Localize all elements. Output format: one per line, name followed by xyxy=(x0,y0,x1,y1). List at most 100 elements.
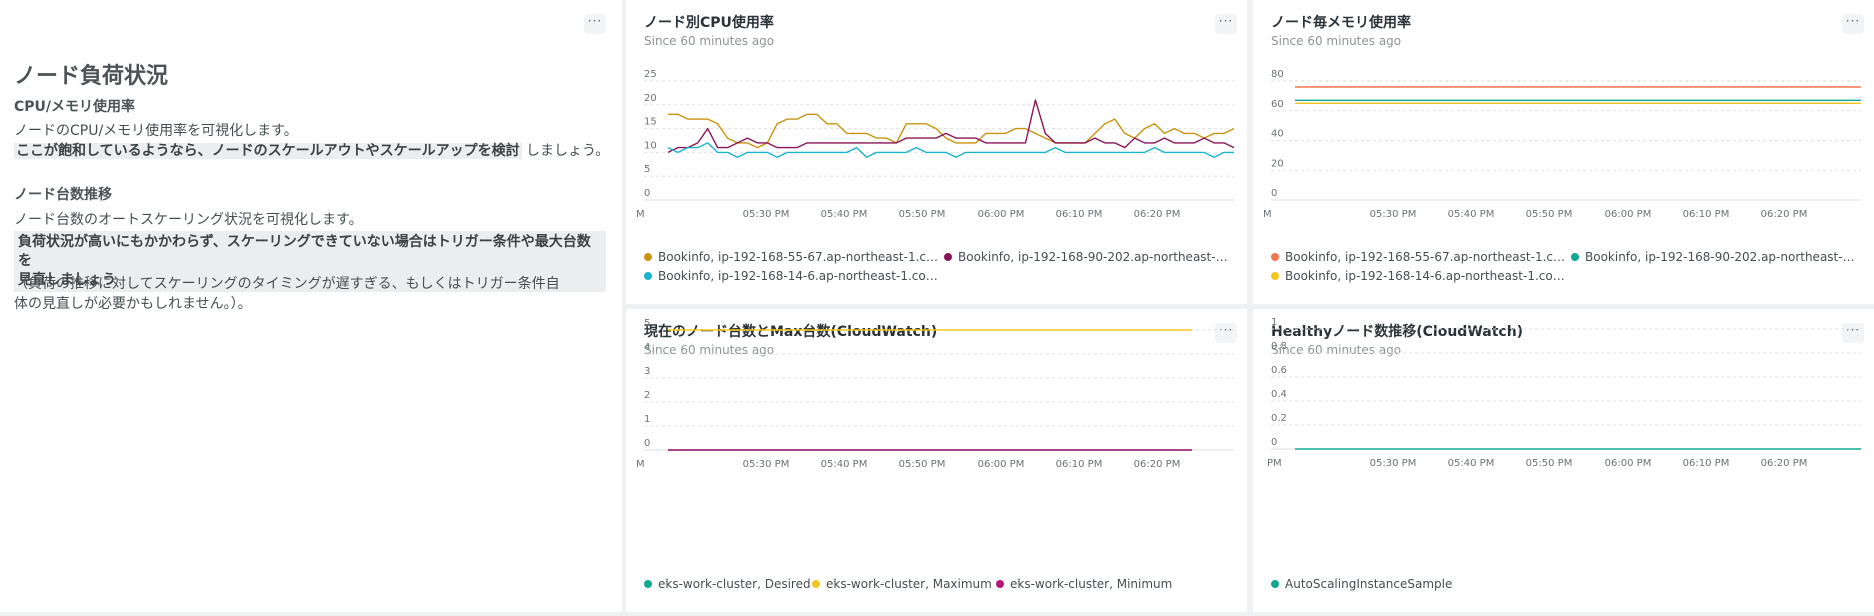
widget-node-count: 現在のノード台数とMax台数(CloudWatch) Since 60 minu… xyxy=(626,309,1247,612)
legend-swatch xyxy=(1271,253,1279,261)
y-tick-label: 60 xyxy=(1271,99,1284,110)
legend-label: Bookinfo, ip-192-168-14-6.ap-northeast-1… xyxy=(1285,269,1571,283)
x-tick-label: 05:40 PM xyxy=(821,459,868,470)
section-heading-node-count: ノード台数推移 xyxy=(14,187,112,203)
y-tick-label: 0 xyxy=(1271,188,1277,199)
page-title: ノード負荷状況 xyxy=(14,64,169,89)
legend-swatch xyxy=(944,253,952,261)
node-count-chart: 0 1 2 3 4 5 M 05:30 PM 05:40 PM 05:50 PM 06:00 PM 0… xyxy=(636,318,1234,470)
legend-item[interactable]: Bookinfo, ip-192-168-55-67.ap-northeast-… xyxy=(644,250,944,264)
y-tick-label: 0 xyxy=(644,188,650,199)
section-text-tail: しましょう。 xyxy=(521,143,610,159)
y-tick-label: 2 xyxy=(644,390,650,401)
legend-label: eks-work-cluster, Maximum xyxy=(826,577,992,591)
legend-item[interactable]: eks-work-cluster, Maximum xyxy=(812,577,992,591)
y-tick-label: 0 xyxy=(644,438,650,449)
x-tick-label: 05:40 PM xyxy=(1448,458,1495,469)
y-tick-label: 1 xyxy=(644,414,650,425)
x-tick-label: 05:50 PM xyxy=(899,209,946,220)
y-tick-label: 20 xyxy=(1271,158,1284,169)
legend-label: Bookinfo, ip-192-168-90-202.ap-northeast… xyxy=(958,250,1234,264)
legend-item[interactable]: AutoScalingInstanceSample xyxy=(1271,577,1452,591)
section-text-highlight-line: ここが飽和しているようなら、ノードのスケールアウトやスケールアップを検討 しまし… xyxy=(14,141,609,161)
legend-item[interactable]: Bookinfo, ip-192-168-14-6.ap-northeast-1… xyxy=(644,269,944,283)
x-tick-label: 05:30 PM xyxy=(743,459,790,470)
widget-cpu-usage: ノード別CPU使用率 Since 60 minutes ago ··· 0 5 10… xyxy=(626,0,1247,304)
healthy-nodes-chart: 0 0.2 0.4 0.6 0.8 1 PM 05:30 PM 05:40 PM 05:50 PM… xyxy=(1267,317,1861,469)
x-tick-label: 05:40 PM xyxy=(1448,209,1495,220)
x-tick-label: 06:00 PM xyxy=(1605,458,1652,469)
y-tick-label: 15 xyxy=(644,117,657,128)
x-tick-label: 06:20 PM xyxy=(1134,209,1181,220)
x-tick-label: 05:30 PM xyxy=(1370,209,1417,220)
section-heading-cpu-memory: CPU/メモリ使用率 xyxy=(14,99,136,115)
legend-label: Bookinfo, ip-192-168-90-202.ap-northeast… xyxy=(1585,250,1861,264)
y-tick-label: 40 xyxy=(1271,129,1284,140)
y-tick-label: 0.8 xyxy=(1271,341,1287,352)
y-tick-label: 20 xyxy=(644,93,657,104)
y-tick-label: 1 xyxy=(1271,317,1277,328)
markdown-panel: ··· ノード負荷状況 CPU/メモリ使用率 ノードのCPU/メモリ使用率を可視… xyxy=(0,0,622,612)
legend-label: Bookinfo, ip-192-168-14-6.ap-northeast-1… xyxy=(658,269,944,283)
x-tick-label: 06:20 PM xyxy=(1761,458,1808,469)
x-tick-label: 05:30 PM xyxy=(743,209,790,220)
legend-item[interactable]: Bookinfo, ip-192-168-90-202.ap-northeast… xyxy=(944,250,1234,264)
x-tick-label: 05:50 PM xyxy=(1526,458,1573,469)
highlight-line-1: 負荷状況が高いにもかかわらず、スケーリングできていない場合はトリガー条件や最大台… xyxy=(18,234,591,269)
x-tick-label: M xyxy=(636,459,645,470)
section-text: ノードのCPU/メモリ使用率を可視化します。 xyxy=(14,123,298,139)
x-tick-label: PM xyxy=(1267,458,1282,469)
x-tick-label: 05:50 PM xyxy=(899,459,946,470)
legend-swatch xyxy=(1271,580,1279,588)
legend-swatch xyxy=(996,580,1004,588)
y-tick-label: 0.6 xyxy=(1271,365,1287,376)
y-tick-label: 0.2 xyxy=(1271,413,1287,424)
x-tick-label: 06:10 PM xyxy=(1683,209,1730,220)
legend-item[interactable]: Bookinfo, ip-192-168-90-202.ap-northeast… xyxy=(1571,250,1861,264)
legend-item[interactable]: eks-work-cluster, Minimum xyxy=(996,577,1172,591)
x-tick-label: 06:00 PM xyxy=(978,209,1025,220)
x-tick-label: 06:10 PM xyxy=(1683,458,1730,469)
x-tick-label: 05:40 PM xyxy=(821,209,868,220)
x-tick-label: 06:10 PM xyxy=(1056,459,1103,470)
y-tick-label: 4 xyxy=(644,342,650,353)
y-tick-label: 10 xyxy=(644,140,657,151)
x-tick-label: 06:10 PM xyxy=(1056,209,1103,220)
x-tick-label: M xyxy=(636,209,645,220)
y-tick-label: 5 xyxy=(644,164,650,175)
x-tick-label: 06:20 PM xyxy=(1134,459,1181,470)
section-text: ノード台数のオートスケーリング状況を可視化します。 xyxy=(14,212,363,228)
legend-label: Bookinfo, ip-192-168-55-67.ap-northeast-… xyxy=(1285,250,1571,264)
legend-swatch xyxy=(644,272,652,280)
legend-label: eks-work-cluster, Desired xyxy=(658,577,811,591)
y-tick-label: 3 xyxy=(644,366,650,377)
note-line-1: （負荷の推移に対してスケーリングのタイミングが遅すぎる、もしくはトリガー条件自 xyxy=(14,276,560,292)
legend-swatch xyxy=(644,580,652,588)
x-tick-label: 05:30 PM xyxy=(1370,458,1417,469)
y-tick-label: 0.4 xyxy=(1271,389,1287,400)
legend-item[interactable]: Bookinfo, ip-192-168-55-67.ap-northeast-… xyxy=(1271,250,1571,264)
legend-label: eks-work-cluster, Minimum xyxy=(1010,577,1173,591)
legend-swatch xyxy=(812,580,820,588)
legend-swatch xyxy=(1571,253,1579,261)
x-tick-label: M xyxy=(1263,209,1272,220)
y-tick-label: 5 xyxy=(644,318,650,329)
note-line-2: 体の見直しが必要かもしれません。）。 xyxy=(14,296,252,312)
legend-label: Bookinfo, ip-192-168-55-67.ap-northeast-… xyxy=(658,250,944,264)
legend-swatch xyxy=(644,253,652,261)
y-tick-label: 0 xyxy=(1271,437,1277,448)
legend-item[interactable]: Bookinfo, ip-192-168-14-6.ap-northeast-1… xyxy=(1271,269,1571,283)
x-tick-label: 06:00 PM xyxy=(1605,209,1652,220)
y-tick-label: 25 xyxy=(644,69,657,80)
x-tick-label: 06:00 PM xyxy=(978,459,1025,470)
y-tick-label: 80 xyxy=(1271,69,1284,80)
widget-healthy-nodes: Healthyノード数推移(CloudWatch) Since 60 minut… xyxy=(1253,309,1874,612)
widget-memory-usage: ノード毎メモリ使用率 Since 60 minutes ago ··· 0 20 4… xyxy=(1253,0,1874,304)
x-tick-label: 05:50 PM xyxy=(1526,209,1573,220)
highlight-text: ここが飽和しているようなら、ノードのスケールアウトやスケールアップを検討 xyxy=(14,143,522,159)
x-tick-label: 06:20 PM xyxy=(1761,209,1808,220)
widget-menu-button[interactable]: ··· xyxy=(584,14,606,34)
legend-item[interactable]: eks-work-cluster, Desired xyxy=(644,577,811,591)
legend-label: AutoScalingInstanceSample xyxy=(1285,577,1453,591)
legend-swatch xyxy=(1271,272,1279,280)
